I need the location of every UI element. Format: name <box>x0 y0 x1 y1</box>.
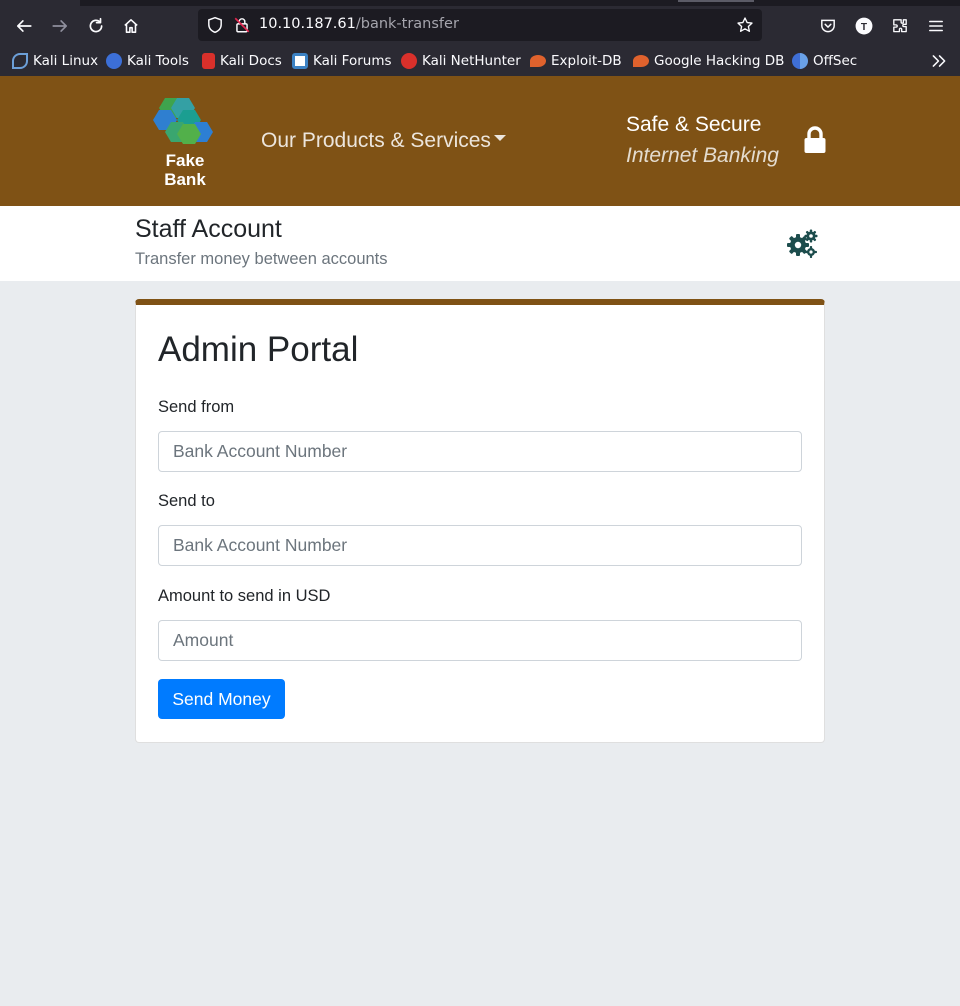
kali-docs-icon <box>202 53 215 69</box>
bookmark-kali-nethunter[interactable]: Kali NetHunter <box>401 52 521 70</box>
products-services-dropdown[interactable]: Our Products & Services <box>261 129 506 153</box>
bookmark-label: OffSec <box>813 53 858 69</box>
amount-label: Amount to send in USD <box>158 587 331 605</box>
page-subtitle: Transfer money between accounts <box>135 250 388 268</box>
url-text[interactable]: 10.10.187.61/bank-transfer <box>259 16 459 32</box>
padlock-icon <box>804 126 826 153</box>
avatar-initial: T <box>861 22 868 33</box>
tab-indicator <box>678 0 754 2</box>
reload-icon[interactable] <box>82 12 110 40</box>
kali-forums-icon <box>292 53 308 69</box>
logo-line2: Bank <box>164 170 206 189</box>
back-arrow-icon[interactable] <box>10 12 38 40</box>
exploit-db-icon <box>530 55 546 67</box>
bookmark-label: Kali Tools <box>127 53 189 69</box>
page-subheader: Staff Account Transfer money between acc… <box>0 206 960 281</box>
bookmark-label: Kali Docs <box>220 53 282 69</box>
bookmark-label: Kali Linux <box>33 53 99 69</box>
bookmark-kali-docs[interactable]: Kali Docs <box>202 52 282 70</box>
account-avatar-icon[interactable]: T <box>850 12 878 40</box>
send-to-label: Send to <box>158 492 215 510</box>
kali-nethunter-icon <box>401 53 417 69</box>
url-bar[interactable]: 10.10.187.61/bank-transfer <box>198 9 762 41</box>
bookmark-exploit-db[interactable]: Exploit-DB <box>530 52 622 70</box>
bookmark-kali-linux[interactable]: Kali Linux <box>12 52 98 70</box>
bookmark-kali-tools[interactable]: Kali Tools <box>106 52 189 70</box>
offsec-icon <box>792 53 808 69</box>
secure-banking-badge: Safe & Secure Internet Banking <box>626 112 779 171</box>
url-host: 10.10.187.61 <box>259 16 356 32</box>
send-from-label: Send from <box>158 398 235 416</box>
page-title: Staff Account <box>135 215 282 243</box>
bank-hexagon-logo-icon <box>153 98 213 144</box>
card-title: Admin Portal <box>158 330 359 369</box>
send-money-button[interactable]: Send Money <box>158 679 285 719</box>
bookmark-label: Kali Forums <box>313 53 392 69</box>
bookmark-google-hacking-db[interactable]: Google Hacking DB <box>633 52 784 70</box>
bookmarks-bar: Kali Linux Kali Tools Kali Docs Kali For… <box>0 46 960 76</box>
send-from-input[interactable] <box>158 431 802 472</box>
hamburger-menu-icon[interactable] <box>922 12 950 40</box>
bookmark-label: Kali NetHunter <box>422 53 521 69</box>
forward-arrow-icon[interactable] <box>46 12 74 40</box>
shield-icon[interactable] <box>206 16 224 34</box>
bookmark-star-icon[interactable] <box>736 16 754 34</box>
secure-line2: Internet Banking <box>626 144 779 167</box>
bookmark-label: Google Hacking DB <box>654 53 785 69</box>
caret-down-icon <box>493 135 506 142</box>
fake-bank-logo[interactable]: Fake Bank <box>148 94 222 189</box>
kali-tools-icon <box>106 53 122 69</box>
ghdb-icon <box>633 55 649 67</box>
site-header: Fake Bank Our Products & Services Safe &… <box>0 76 960 206</box>
products-services-label: Our Products & Services <box>261 129 491 152</box>
logo-text: Fake Bank <box>148 151 222 189</box>
send-to-input[interactable] <box>158 525 802 566</box>
url-path: /bank-transfer <box>355 16 459 32</box>
insecure-lock-icon[interactable] <box>233 16 251 34</box>
chevron-double-right-icon[interactable] <box>930 52 950 70</box>
admin-portal-card: Admin Portal Send from Send to Amount to… <box>135 299 825 743</box>
bookmark-offsec[interactable]: OffSec <box>792 52 857 70</box>
extensions-icon[interactable] <box>886 12 914 40</box>
kali-dragon-icon <box>12 53 28 69</box>
bookmark-label: Exploit-DB <box>551 53 622 69</box>
secure-line1: Safe & Secure <box>626 113 762 136</box>
browser-toolbar: 10.10.187.61/bank-transfer T <box>0 6 960 46</box>
home-icon[interactable] <box>117 12 145 40</box>
gears-settings-icon[interactable] <box>786 228 818 258</box>
pocket-icon[interactable] <box>814 12 842 40</box>
bookmark-kali-forums[interactable]: Kali Forums <box>292 52 392 70</box>
amount-input[interactable] <box>158 620 802 661</box>
logo-line1: Fake <box>165 151 205 170</box>
